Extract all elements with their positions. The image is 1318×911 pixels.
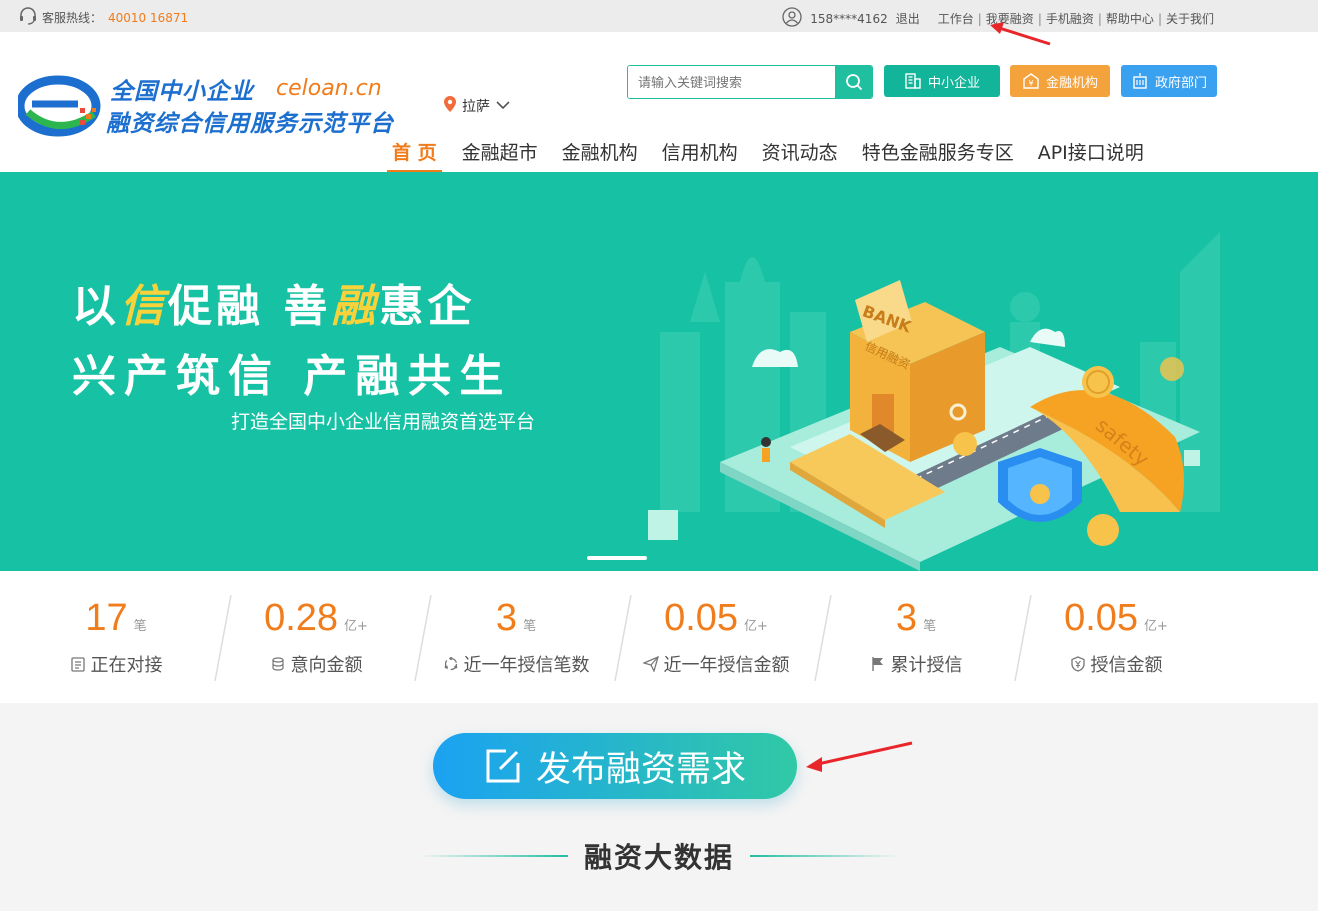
government-button[interactable]: 政府部门 <box>1121 65 1217 97</box>
separator: | <box>1037 11 1042 26</box>
user-avatar-icon[interactable] <box>782 7 802 30</box>
nav-item-api-docs[interactable]: API接口说明 <box>1026 139 1156 173</box>
headset-icon <box>18 7 38 28</box>
section-title-text: 融资大数据 <box>583 841 734 874</box>
cycle-icon <box>444 657 457 671</box>
stat-label: 意向金额 <box>290 655 363 676</box>
hotline: 客服热线： 40010 16871 <box>18 7 188 28</box>
stat-unit: 笔 <box>923 619 937 634</box>
financial-institution-button[interactable]: ¥ 金融机构 <box>1010 65 1110 97</box>
search-button[interactable] <box>835 66 872 98</box>
logo-title-line1: 全国中小企业 <box>110 79 254 105</box>
paper-plane-icon <box>642 656 659 672</box>
government-label: 政府部门 <box>1154 75 1207 91</box>
location-label: 拉萨 <box>462 99 490 115</box>
stat-unit: 亿+ <box>744 619 768 634</box>
clipboard-icon <box>70 657 85 672</box>
stat-label: 正在对接 <box>90 655 163 676</box>
slogan-text: 惠企 <box>379 281 476 332</box>
search-icon <box>845 74 862 91</box>
nav-item-special-services[interactable]: 特色金融服务专区 <box>850 139 1026 173</box>
stat-label: 授信金额 <box>1090 655 1163 676</box>
edit-icon <box>486 749 520 783</box>
banner-subtitle: 打造全国中小企业信用融资首选平台 <box>231 411 536 433</box>
hotline-number: 40010 16871 <box>108 10 189 25</box>
stat-value: 3 <box>895 597 918 639</box>
shield-yen-icon <box>1070 656 1085 672</box>
site-header: 全国中小企业 celoan.cn 融资综合信用服务示范平台 拉萨 中小企业 ¥ … <box>0 32 1318 173</box>
stat-item: 0.05 亿+ 授信金额 <box>1016 571 1216 703</box>
stat-value: 3 <box>495 597 518 639</box>
stat-item: 3笔 近一年授信笔数 <box>416 571 616 703</box>
financial-institution-label: 金融机构 <box>1045 75 1098 91</box>
link-about-us[interactable]: 关于我们 <box>1166 10 1214 27</box>
slogan-char: 以 <box>72 281 120 332</box>
stat-value: 0.05 <box>664 597 739 639</box>
stat-label: 近一年授信笔数 <box>463 655 590 676</box>
stat-unit: 亿+ <box>1144 619 1168 634</box>
logo-domain: celoan.cn <box>276 76 382 101</box>
link-help-center[interactable]: 帮助中心 <box>1106 10 1154 27</box>
stats-panel: 17 笔 正在对接 0.28 亿+ 意向金额 3笔 近一年授信笔数 0.05 亿+ 近… <box>0 571 1318 703</box>
hotline-label: 客服热线： <box>42 11 103 25</box>
title-line-right <box>750 855 900 857</box>
stat-item: 0.05 亿+ 近一年授信金额 <box>616 571 816 703</box>
nav-item-news[interactable]: 资讯动态 <box>750 139 850 173</box>
hero-banner[interactable]: BANK 信用融资 safety 以信促融 善融惠企 兴产筑信 产融共生 打造全… <box>0 172 1318 571</box>
separator: | <box>1157 11 1162 26</box>
separator: | <box>1097 11 1102 26</box>
stat-value: 0.05 <box>1064 597 1139 639</box>
logo-title-line2: 融资综合信用服务示范平台 <box>106 111 394 137</box>
stat-label: 累计授信 <box>890 655 963 676</box>
title-line-left <box>417 855 568 857</box>
svg-text:¥: ¥ <box>1028 79 1033 88</box>
flag-icon <box>871 657 883 671</box>
location-selector[interactable]: 拉萨 <box>444 96 510 116</box>
carousel-indicator[interactable] <box>587 556 647 560</box>
bank-icon: ¥ <box>1023 73 1039 89</box>
main-nav: 首 页 金融超市 金融机构 信用机构 资讯动态 特色金融服务专区 API接口说明 <box>387 139 1156 173</box>
stat-unit: 笔 <box>133 619 147 634</box>
building-icon <box>905 73 921 89</box>
nav-item-home[interactable]: 首 页 <box>387 139 442 173</box>
section-title: 融资大数据 <box>0 836 1318 876</box>
link-workbench[interactable]: 工作台 <box>938 10 974 27</box>
banner-slogan-line1: 以信促融 善融惠企 <box>72 270 475 334</box>
stat-item: 0.28 亿+ 意向金额 <box>216 571 416 703</box>
link-mobile-financing[interactable]: 手机融资 <box>1046 10 1094 27</box>
government-building-icon <box>1133 73 1147 89</box>
nav-item-credit-institutions[interactable]: 信用机构 <box>650 139 750 173</box>
logo-emblem-icon <box>18 75 101 137</box>
link-apply-financing[interactable]: 我要融资 <box>986 10 1034 27</box>
stat-unit: 亿+ <box>344 619 368 634</box>
publish-button-label: 发布融资需求 <box>535 749 746 790</box>
search-input[interactable] <box>628 66 835 98</box>
stat-unit: 笔 <box>523 619 537 634</box>
chevron-down-icon <box>496 98 510 114</box>
stat-item: 17 笔 正在对接 <box>16 571 216 703</box>
nav-item-financial-institutions[interactable]: 金融机构 <box>550 139 650 173</box>
top-links: 158****4162 退出 工作台 | 我要融资 | 手机融资 | 帮助中心 … <box>782 7 1214 30</box>
location-pin-icon <box>444 96 456 116</box>
stat-item: 3笔 累计授信 <box>816 571 1016 703</box>
banner-slogan-line2: 兴产筑信 产融共生 <box>72 351 512 402</box>
coins-icon <box>271 657 284 671</box>
nav-item-finance-market[interactable]: 金融超市 <box>450 139 550 173</box>
search-box <box>627 65 873 99</box>
sme-portal-label: 中小企业 <box>927 75 980 91</box>
logout-link[interactable]: 退出 <box>896 10 920 27</box>
user-info: 158****4162 退出 <box>782 7 920 30</box>
site-logo[interactable]: 全国中小企业 celoan.cn 融资综合信用服务示范平台 <box>18 68 418 140</box>
publish-financing-request-button[interactable]: 发布融资需求 <box>433 733 797 799</box>
stat-value: 17 <box>85 597 128 639</box>
slogan-highlight: 信 <box>120 281 168 332</box>
slogan-text: 促融 善 <box>168 281 332 332</box>
slogan-highlight: 融 <box>331 281 380 332</box>
stat-label: 近一年授信金额 <box>663 655 790 676</box>
stat-value: 0.28 <box>264 597 339 639</box>
user-phone: 158****4162 <box>810 11 888 26</box>
sme-portal-button[interactable]: 中小企业 <box>884 65 1000 97</box>
top-utility-bar: 客服热线： 40010 16871 158****4162 退出 工作台 | 我… <box>0 0 1318 32</box>
separator: | <box>977 11 982 26</box>
